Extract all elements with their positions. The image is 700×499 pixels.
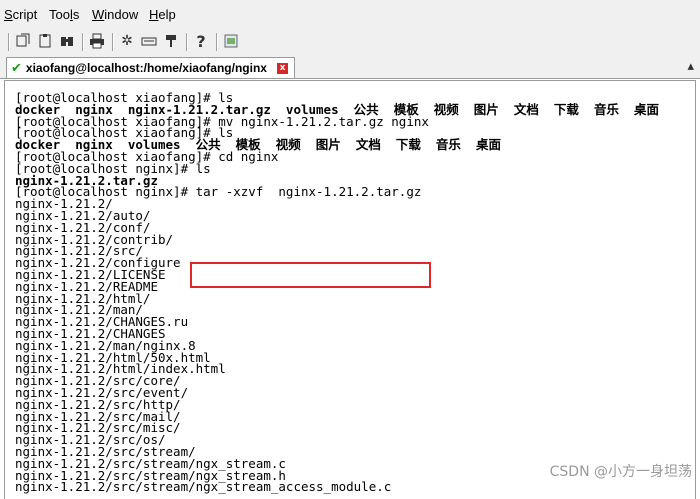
session-tab-bar: ✔ xiaofang@localhost:/home/xiaofang/ngin… <box>0 56 700 79</box>
print-icon[interactable] <box>88 32 106 50</box>
terminal-line: nginx-1.21.2/src/stream/ngx_stream_acces… <box>15 479 392 495</box>
toolbar: ✲ ? <box>0 28 700 56</box>
menu-tools[interactable]: Tools <box>49 7 79 22</box>
menu-window[interactable]: Window <box>92 7 138 22</box>
terminal-line: [root@localhost nginx]# tar -xzvf nginx-… <box>15 184 422 200</box>
help-icon[interactable]: ? <box>192 32 210 51</box>
settings-icon[interactable]: ✲ <box>118 32 136 50</box>
sftp-icon[interactable] <box>162 32 180 50</box>
copy-icon[interactable] <box>36 32 54 50</box>
terminal-window[interactable]: [root@localhost xiaofang]# ls docker ngin… <box>4 80 696 499</box>
session-log-icon[interactable] <box>222 32 240 50</box>
connected-check-icon: ✔ <box>11 60 22 76</box>
terminal-output[interactable]: [root@localhost xiaofang]# ls docker ngin… <box>15 91 695 499</box>
menu-script[interactable]: Script <box>4 7 37 22</box>
toolbar-separator <box>186 33 188 51</box>
toolbar-separator <box>82 33 84 51</box>
toolbar-separator <box>112 33 114 51</box>
keymap-icon[interactable] <box>140 32 158 50</box>
close-icon[interactable]: x <box>276 62 288 74</box>
reconnect-icon[interactable] <box>14 32 32 50</box>
menu-bar: Script Tools Window Help <box>0 0 700 28</box>
toolbar-separator <box>8 33 10 51</box>
menu-help[interactable]: Help <box>149 7 176 22</box>
highlight-box <box>190 262 431 288</box>
toolbar-separator <box>216 33 218 51</box>
find-icon[interactable] <box>58 32 76 50</box>
tab-session[interactable]: ✔ xiaofang@localhost:/home/xiaofang/ngin… <box>6 57 295 78</box>
tab-scroll-icon[interactable]: ▴ <box>687 59 694 74</box>
watermark: CSDN @小方一身坦荡 <box>549 464 692 480</box>
tab-title: xiaofang@localhost:/home/xiaofang/nginx <box>25 61 267 75</box>
